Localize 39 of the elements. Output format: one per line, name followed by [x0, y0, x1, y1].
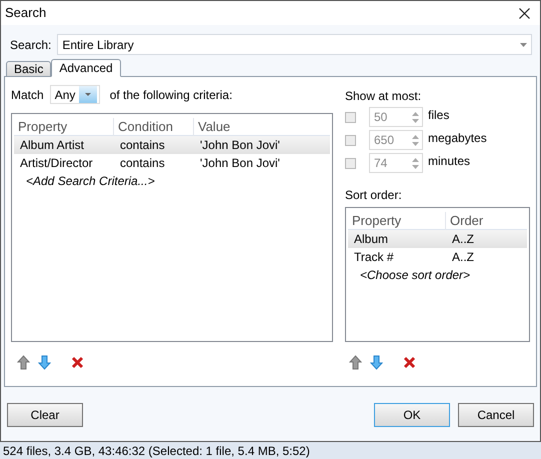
spin-arrows-icon[interactable] [412, 112, 419, 122]
checkbox[interactable] [345, 158, 356, 168]
list-row[interactable]: Track # A..Z [348, 248, 527, 266]
dropdown-caret-icon [84, 93, 91, 96]
list-row[interactable]: Album Artist contains 'John Bon Jovi' [14, 136, 330, 154]
window-title: Search [5, 4, 46, 22]
match-dropdown[interactable]: Any [50, 85, 100, 104]
dropdown-caret-icon [520, 42, 527, 46]
close-icon[interactable] [519, 8, 530, 18]
checkbox[interactable] [345, 112, 356, 122]
dialog-button[interactable]: Clear [7, 403, 83, 427]
add-row-hint[interactable]: <Add Search Criteria...> [14, 172, 330, 190]
down-arrow-icon[interactable] [370, 355, 383, 370]
list-row[interactable]: Album A..Z [348, 230, 527, 248]
up-arrow-icon[interactable] [349, 355, 362, 370]
add-row-hint[interactable]: <Choose sort order> [348, 266, 527, 284]
dialog-button[interactable]: Cancel [458, 403, 534, 427]
unit-label: megabytes [428, 130, 487, 147]
delete-x-icon[interactable] [71, 356, 84, 369]
section-label: Sort order: [345, 187, 403, 204]
match-suffix-label: of the following criteria: [110, 86, 232, 104]
search-label: Search: [10, 36, 52, 54]
spin-arrows-icon[interactable] [412, 134, 419, 146]
tab[interactable]: Advanced [51, 59, 121, 77]
list-row[interactable]: Artist/Director contains 'John Bon Jovi' [14, 154, 330, 172]
checkbox[interactable] [345, 134, 356, 146]
search-combo[interactable]: Entire Library [57, 34, 532, 55]
section-label: Show at most: [345, 88, 422, 105]
unit-label: minutes [428, 153, 470, 170]
tab[interactable]: Basic [6, 61, 52, 77]
spin-arrows-icon[interactable] [412, 158, 419, 168]
column-header[interactable]: Order [446, 212, 527, 230]
up-arrow-icon[interactable] [17, 355, 30, 370]
delete-x-icon[interactable] [403, 356, 416, 369]
unit-label: files [428, 107, 450, 124]
dialog-button[interactable]: OK [374, 403, 450, 427]
down-arrow-icon[interactable] [38, 355, 51, 370]
column-header[interactable]: Value [194, 118, 330, 136]
match-label: Match [11, 86, 44, 104]
